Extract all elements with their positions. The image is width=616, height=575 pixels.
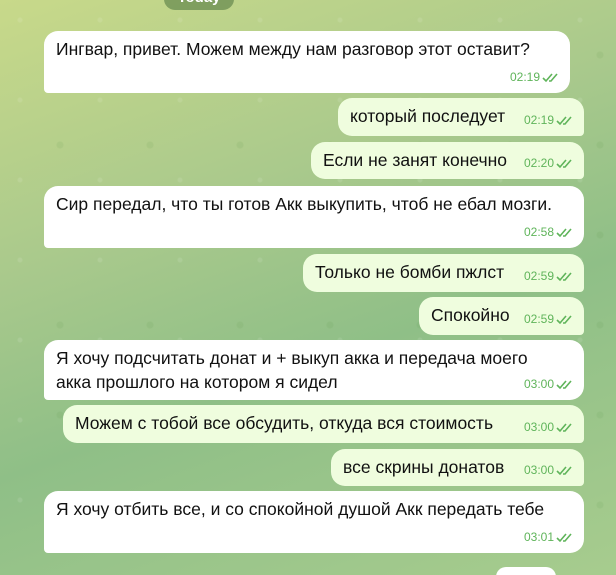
message-text: Ингвар, привет. Можем между нам разговор… xyxy=(56,39,530,59)
message-time: 02:59 xyxy=(523,269,554,283)
message-time: 03:00 xyxy=(523,377,554,391)
double-check-icon xyxy=(556,314,574,325)
message-time: 02:19 xyxy=(509,70,540,84)
message-time: 03:01 xyxy=(523,530,554,544)
message-meta: 02:19 xyxy=(524,108,574,132)
message-text: Я хочу подсчитать донат и + выкуп акка и… xyxy=(56,348,528,392)
message-time: 02:59 xyxy=(523,312,554,326)
message-meta: 03:00 xyxy=(524,372,574,396)
double-check-icon xyxy=(556,227,574,238)
next-message-bubble xyxy=(496,567,556,575)
message-text: Можем с тобой все обсудить, откуда вся с… xyxy=(75,413,494,433)
message-meta: 02:59 xyxy=(524,307,574,331)
double-check-icon xyxy=(556,422,574,433)
message-bubble-incoming[interactable]: Ингвар, привет. Можем между нам разговор… xyxy=(44,31,570,93)
message-meta: 02:19 xyxy=(510,65,560,89)
message-text: Я хочу отбить все, и со спокойной душой … xyxy=(56,499,545,519)
message-meta: 03:00 xyxy=(524,458,574,482)
double-check-icon xyxy=(542,72,560,83)
message-meta: 02:20 xyxy=(524,151,574,175)
message-bubble-outgoing[interactable]: все скрины донатов 03:00 xyxy=(331,449,584,486)
message-bubble-outgoing[interactable]: Только не бомби пжлст 02:59 xyxy=(303,254,584,292)
message-text: Сир передал, что ты готов Акк выкупить, … xyxy=(56,194,553,214)
message-time: 02:58 xyxy=(523,225,554,239)
message-bubble-incoming[interactable]: Сир передал, что ты готов Акк выкупить, … xyxy=(44,186,584,248)
double-check-icon xyxy=(556,379,574,390)
message-time: 03:00 xyxy=(523,420,554,434)
message-meta: 03:01 xyxy=(524,525,574,549)
message-bubble-outgoing[interactable]: Спокойно 02:59 xyxy=(419,297,584,335)
message-time: 02:20 xyxy=(523,156,554,170)
message-meta: 02:58 xyxy=(524,220,574,244)
date-separator: Today xyxy=(164,0,234,10)
message-bubble-incoming[interactable]: Я хочу отбить все, и со спокойной душой … xyxy=(44,491,584,553)
double-check-icon xyxy=(556,465,574,476)
message-bubble-outgoing[interactable]: Если не занят конечно 02:20 xyxy=(311,142,584,179)
message-meta: 03:00 xyxy=(524,415,574,439)
double-check-icon xyxy=(556,271,574,282)
message-meta: 02:59 xyxy=(524,264,574,288)
message-time: 03:00 xyxy=(523,463,554,477)
double-check-icon xyxy=(556,532,574,543)
message-bubble-incoming[interactable]: Я хочу подсчитать донат и + выкуп акка и… xyxy=(44,340,584,400)
message-bubble-outgoing[interactable]: который последует 02:19 xyxy=(338,98,584,136)
message-bubble-outgoing[interactable]: Можем с тобой все обсудить, откуда вся с… xyxy=(63,405,584,443)
double-check-icon xyxy=(556,115,574,126)
double-check-icon xyxy=(556,158,574,169)
message-time: 02:19 xyxy=(523,113,554,127)
